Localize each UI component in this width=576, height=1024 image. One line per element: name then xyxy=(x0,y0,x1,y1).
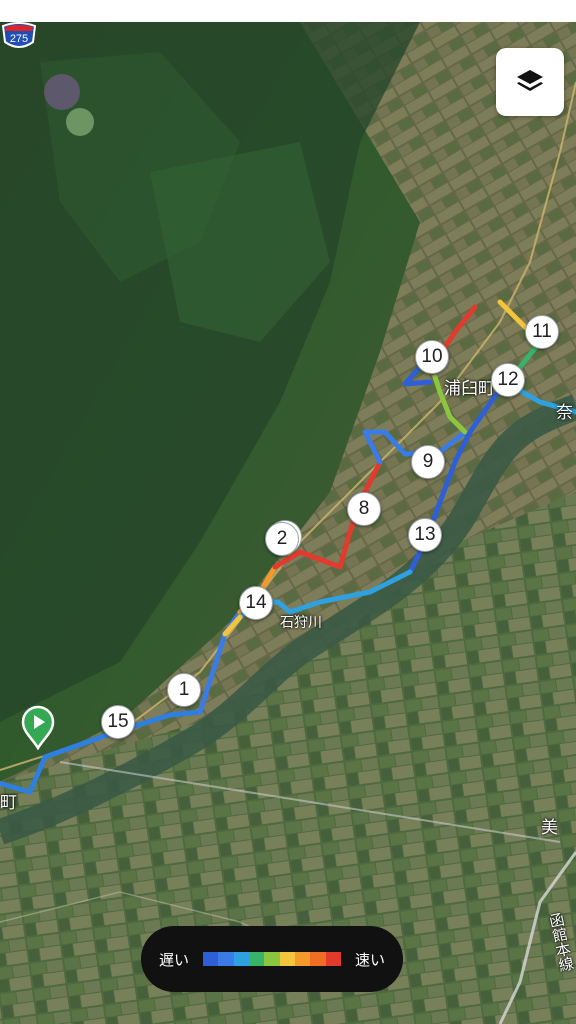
waypoint-marker[interactable]: 1 xyxy=(167,673,201,707)
waypoint-marker[interactable]: 12 xyxy=(491,363,525,397)
legend-slow-label: 遅い xyxy=(158,950,189,969)
waypoint-marker[interactable]: 9 xyxy=(411,445,445,479)
legend-fast-label: 速い xyxy=(355,950,386,969)
waypoint-marker[interactable]: 8 xyxy=(347,492,381,526)
speed-legend: 遅い 速い xyxy=(141,926,403,992)
legend-color-swatch xyxy=(248,952,265,966)
town-label-machi: 町 xyxy=(0,793,17,813)
waypoint-marker[interactable]: 10 xyxy=(415,340,449,374)
legend-color-swatch xyxy=(279,952,295,966)
start-marker[interactable] xyxy=(20,704,56,750)
legend-color-swatch xyxy=(310,952,326,966)
legend-color-swatch xyxy=(233,952,249,966)
play-icon xyxy=(21,705,55,750)
waypoint-marker[interactable]: 2 xyxy=(265,522,299,556)
legend-color-swatch xyxy=(294,952,311,966)
highway-number: 275 xyxy=(10,33,28,45)
legend-color-swatch xyxy=(325,952,341,966)
waypoint-marker[interactable]: 14 xyxy=(239,586,273,620)
river-label: 石狩川 xyxy=(280,615,322,631)
legend-color-bar xyxy=(203,952,341,966)
waypoint-marker[interactable]: 15 xyxy=(101,705,135,739)
waypoint-marker[interactable]: 13 xyxy=(408,518,442,552)
waypoint-marker[interactable]: 11 xyxy=(525,315,559,349)
legend-color-swatch xyxy=(264,952,280,966)
satellite-map[interactable]: 275 浦臼町 奈 石狩川 美 町 函館本線 1 2 8 9 10 11 12 … xyxy=(0,22,576,1024)
town-label-urausu: 浦臼町 xyxy=(444,379,495,399)
town-label-bi: 美 xyxy=(541,818,558,838)
highway-shield: 275 xyxy=(1,22,37,48)
legend-color-swatch xyxy=(203,952,219,966)
layers-icon xyxy=(517,70,543,91)
legend-color-swatch xyxy=(218,952,234,966)
town-label-nara: 奈 xyxy=(556,403,573,423)
map-layers-button[interactable] xyxy=(496,48,564,116)
